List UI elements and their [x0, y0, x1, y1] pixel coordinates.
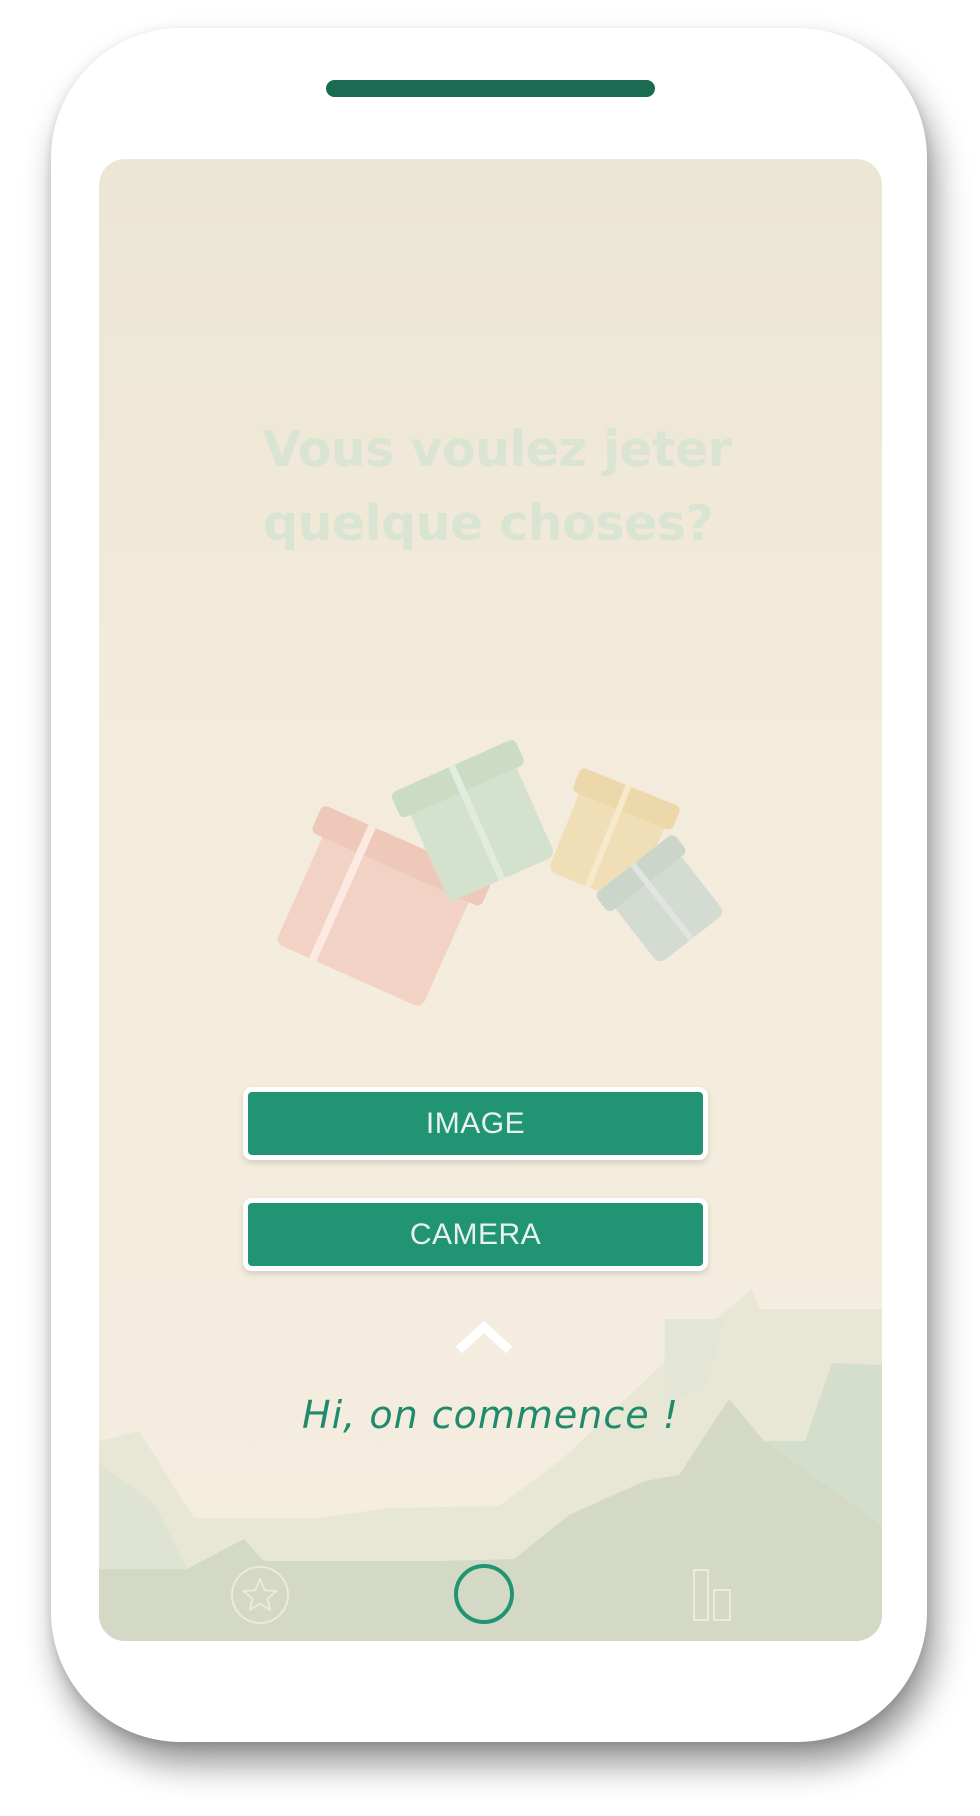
greeting-text: Hi, on commence ! — [302, 1393, 679, 1437]
chevron-up-icon[interactable] — [454, 1317, 514, 1357]
image-button[interactable]: IMAGE — [243, 1087, 708, 1160]
app-screen: Vous voulez jeter quelque choses? IMAGE … — [99, 159, 882, 1641]
star-icon[interactable] — [229, 1564, 291, 1626]
bar-chart-icon[interactable] — [692, 1568, 736, 1622]
speaker-bar — [326, 80, 655, 97]
phone-frame: Vous voulez jeter quelque choses? IMAGE … — [51, 28, 927, 1742]
circle-icon[interactable] — [452, 1562, 516, 1626]
camera-button[interactable]: CAMERA — [243, 1198, 708, 1271]
